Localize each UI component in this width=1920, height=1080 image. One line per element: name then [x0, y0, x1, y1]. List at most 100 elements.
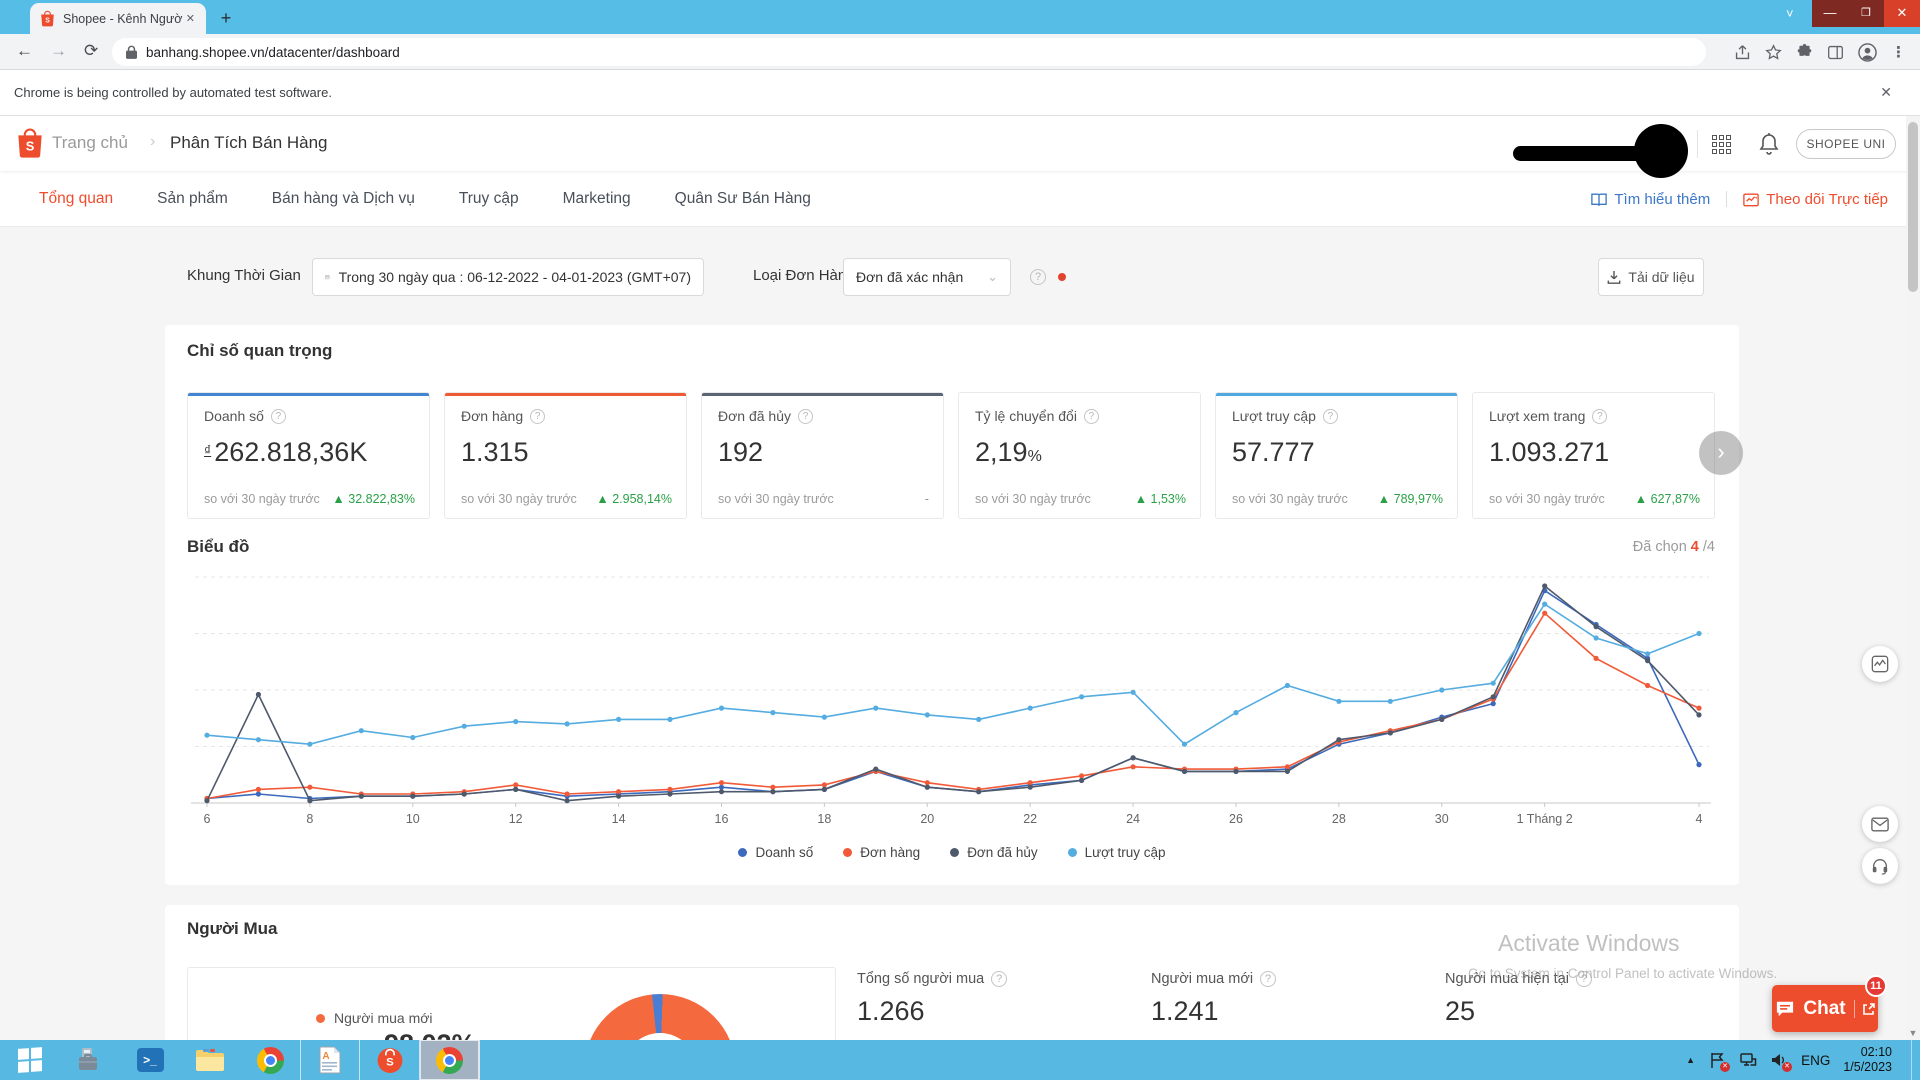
reload-button[interactable]: ⟳ [84, 41, 98, 61]
taskbar-chrome-pinned[interactable] [240, 1040, 300, 1080]
card-accent-bar [444, 392, 687, 396]
new-tab-button[interactable]: + [214, 7, 238, 31]
extensions-puzzle-icon[interactable] [1796, 44, 1813, 61]
svg-text:24: 24 [1126, 812, 1140, 826]
help-icon[interactable]: ? [1084, 409, 1099, 424]
apps-grid-icon[interactable] [1712, 135, 1731, 154]
site-header: S Trang chủ › Phân Tích Bán Hàng [0, 116, 1920, 171]
date-range-picker[interactable]: Trong 30 ngày qua : 06-12-2022 - 04-01-2… [312, 258, 704, 296]
url-text[interactable]: banhang.shopee.vn/datacenter/dashboard [146, 45, 400, 60]
window-close-button[interactable]: ✕ [1884, 0, 1920, 27]
side-panel-icon[interactable] [1827, 44, 1844, 61]
chat-expand-icon[interactable] [1863, 1003, 1875, 1015]
tab-title: Shopee - Kênh Người bán [63, 12, 183, 26]
nav-tab-1[interactable]: Sản phẩm [157, 190, 228, 208]
help-icon[interactable]: ? [1260, 971, 1276, 987]
help-icon[interactable]: ? [530, 409, 545, 424]
network-icon[interactable] [1739, 1051, 1757, 1069]
svg-text:30: 30 [1435, 812, 1449, 826]
volume-icon[interactable]: ✕ [1770, 1051, 1788, 1069]
donut-legend-item[interactable]: Người mua mới [316, 1010, 433, 1026]
window-maximize-button[interactable]: ❐ [1848, 0, 1884, 27]
bookmark-star-icon[interactable] [1765, 44, 1782, 61]
infobar-close-icon[interactable]: ✕ [1880, 84, 1892, 101]
address-bar[interactable]: banhang.shopee.vn/datacenter/dashboard [112, 38, 1706, 66]
compare-label: so với 30 ngày trước [1489, 492, 1605, 506]
metric-card-4[interactable]: Lượt truy cập ? 57.777 so với 30 ngày tr… [1215, 392, 1458, 519]
profile-avatar-icon[interactable] [1858, 43, 1877, 62]
metric-card-1[interactable]: Đơn hàng ? 1.315 so với 30 ngày trước ▲ … [444, 392, 687, 519]
tab-close-icon[interactable]: ✕ [183, 12, 198, 25]
shopee-logo[interactable]: S [16, 127, 44, 159]
tray-show-hidden-icon[interactable]: ▲ [1686, 1055, 1695, 1065]
order-type-select[interactable]: Đơn đã xác nhận ⌄ [843, 258, 1011, 296]
back-button[interactable]: ← [16, 41, 33, 61]
taskbar-powershell[interactable]: >_ [120, 1040, 180, 1080]
cards-carousel-next-button[interactable]: › [1699, 431, 1743, 475]
help-icon[interactable]: ? [271, 409, 286, 424]
line-chart[interactable]: 6810121416182022242628301 Tháng 24 [187, 567, 1717, 839]
chat-button[interactable]: Chat 11 [1772, 985, 1878, 1032]
svg-text:26: 26 [1229, 812, 1243, 826]
download-data-button[interactable]: Tải dữ liệu [1598, 258, 1704, 296]
infobar-text: Chrome is being controlled by automated … [14, 85, 1880, 100]
breadcrumb-home[interactable]: Trang chủ [52, 133, 128, 153]
learn-more-link[interactable]: Tìm hiểu thêm [1591, 191, 1710, 208]
help-icon[interactable]: ? [991, 971, 1007, 987]
redacted-shop-name [1513, 146, 1645, 161]
help-icon[interactable]: ? [1576, 971, 1592, 987]
legend-item-2[interactable]: Đơn đã hủy [950, 845, 1037, 860]
scrollbar-thumb[interactable] [1908, 122, 1918, 292]
share-icon[interactable] [1734, 44, 1751, 61]
page-scrollbar[interactable]: ▼ [1906, 116, 1920, 1040]
floating-support-button[interactable] [1862, 848, 1898, 884]
metric-card-5[interactable]: Lượt xem trang ? 1.093.271 so với 30 ngà… [1472, 392, 1715, 519]
show-desktop-strip[interactable] [1911, 1040, 1912, 1080]
floating-mail-button[interactable] [1862, 806, 1898, 842]
nav-tab-2[interactable]: Bán hàng và Dịch vụ [272, 190, 415, 208]
key-metrics-panel: Chỉ số quan trọng Doanh số ? ₫262.818,36… [165, 325, 1739, 885]
redacted-shop-avatar[interactable] [1634, 124, 1688, 178]
taskbar-wordpad[interactable]: A [300, 1040, 360, 1080]
metric-card-3[interactable]: Tỷ lệ chuyển đổi ? 2,19% so với 30 ngày … [958, 392, 1201, 519]
nav-tab-5[interactable]: Quân Sư Bán Hàng [675, 190, 811, 208]
tab-list-chevron-icon[interactable]: ˅ [1786, 6, 1794, 21]
shopee-uni-button[interactable]: SHOPEE UNI [1796, 129, 1896, 159]
taskbar-chrome-active[interactable] [420, 1040, 480, 1080]
card-accent-bar [187, 392, 430, 396]
input-language-indicator[interactable]: ENG [1801, 1053, 1830, 1068]
help-icon[interactable]: ? [1323, 409, 1338, 424]
lock-icon [126, 45, 137, 59]
legend-dot [738, 848, 747, 857]
nav-tab-4[interactable]: Marketing [563, 190, 631, 208]
browser-tab[interactable]: S Shopee - Kênh Người bán ✕ [30, 3, 206, 34]
browser-menu-icon[interactable]: ⋮ [1891, 43, 1906, 61]
clock[interactable]: 02:10 1/5/2023 [1843, 1045, 1892, 1075]
start-button[interactable] [0, 1040, 60, 1080]
metric-card-2[interactable]: Đơn đã hủy ? 192 so với 30 ngày trước - [701, 392, 944, 519]
help-icon[interactable]: ? [798, 409, 813, 424]
taskbar-file-explorer[interactable] [180, 1040, 240, 1080]
compare-label: so với 30 ngày trước [204, 492, 320, 506]
breadcrumb-separator: › [150, 133, 155, 151]
floating-analytics-button[interactable] [1862, 646, 1898, 682]
action-center-flag-icon[interactable]: ✕ [1708, 1051, 1726, 1069]
window-minimize-button[interactable]: — [1812, 0, 1848, 27]
notifications-bell-icon[interactable] [1758, 132, 1780, 156]
server-manager-icon [76, 1047, 104, 1073]
forward-button[interactable]: → [50, 41, 67, 61]
donut-legend-label: Người mua mới [334, 1010, 433, 1026]
scrollbar-down-arrow[interactable]: ▼ [1906, 1028, 1920, 1038]
live-tracking-link[interactable]: Theo dõi Trực tiếp [1743, 191, 1888, 208]
legend-item-3[interactable]: Lượt truy cập [1068, 845, 1166, 860]
order-type-help-icon[interactable]: ? [1030, 269, 1046, 285]
metric-card-0[interactable]: Doanh số ? ₫262.818,36K so với 30 ngày t… [187, 392, 430, 519]
nav-tab-0[interactable]: Tổng quan [39, 190, 113, 208]
nav-tab-3[interactable]: Truy cập [459, 190, 519, 208]
taskbar-server-manager[interactable] [60, 1040, 120, 1080]
legend-item-1[interactable]: Đơn hàng [843, 845, 920, 860]
help-icon[interactable]: ? [1592, 409, 1607, 424]
buyer-stat-value: 1.241 [1151, 996, 1445, 1027]
legend-item-0[interactable]: Doanh số [738, 845, 813, 860]
taskbar-shopee-app[interactable]: S [360, 1040, 420, 1080]
